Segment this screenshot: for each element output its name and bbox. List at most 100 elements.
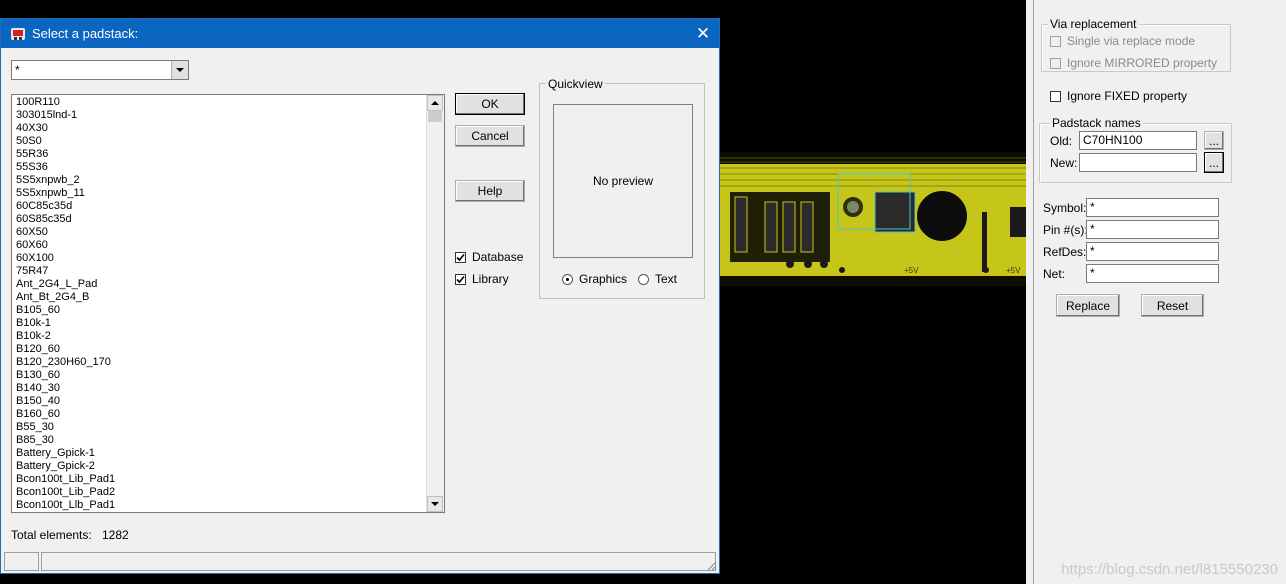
checkbox-label: Ignore MIRRORED property <box>1067 56 1218 70</box>
dialog-titlebar[interactable]: Select a padstack: ✕ <box>1 19 719 48</box>
list-item[interactable]: B160_60 <box>16 408 115 421</box>
pcb-net-label: +5V <box>1006 266 1021 275</box>
list-scrollbar[interactable] <box>426 95 444 512</box>
help-button[interactable]: Help <box>455 180 525 202</box>
watermark: https://blog.csdn.net/l815550230 <box>1061 561 1278 578</box>
net-field[interactable]: * <box>1086 264 1219 283</box>
list-item[interactable]: Ant_2G4_L_Pad <box>16 278 115 291</box>
checkbox-box[interactable] <box>1050 35 1061 47</box>
scroll-down-icon[interactable] <box>427 496 443 512</box>
checkbox-label: Library <box>472 272 509 286</box>
new-browse-button[interactable]: ... <box>1204 152 1224 173</box>
list-item[interactable]: B120_60 <box>16 343 115 356</box>
checkbox-box[interactable] <box>455 251 466 263</box>
text-radio[interactable]: Text <box>638 272 677 286</box>
ignore-fixed-checkbox[interactable]: Ignore FIXED property <box>1050 89 1187 103</box>
total-elements-count: 1282 <box>102 528 129 542</box>
radio-label: Text <box>655 272 678 286</box>
pcb-canvas[interactable]: +5V +5V <box>720 152 1026 286</box>
preview-box: No preview <box>553 104 693 258</box>
status-bar <box>1 550 719 573</box>
list-item[interactable]: B130_60 <box>16 369 115 382</box>
database-checkbox[interactable]: Database <box>455 250 523 264</box>
list-item[interactable]: 60X100 <box>16 252 115 265</box>
list-item[interactable]: B140_30 <box>16 382 115 395</box>
pin-label: Pin #(s): <box>1043 223 1088 237</box>
list-item[interactable]: Battery_Gpick-1 <box>16 447 115 460</box>
single-via-replace-checkbox[interactable]: Single via replace mode <box>1050 34 1195 48</box>
chevron-down-icon[interactable] <box>171 61 188 79</box>
checkbox-box[interactable] <box>455 273 466 285</box>
ok-button[interactable]: OK <box>455 93 525 115</box>
resize-grip-icon[interactable] <box>705 559 717 571</box>
graphics-radio[interactable]: Graphics <box>562 272 627 286</box>
library-checkbox[interactable]: Library <box>455 272 509 286</box>
total-elements-label: Total elements: <box>11 528 92 542</box>
select-padstack-dialog: Select a padstack: ✕ * 100R110 303015lnd-… <box>0 18 720 574</box>
checkbox-box[interactable] <box>1050 90 1061 102</box>
status-cell <box>4 552 39 571</box>
list-item[interactable]: Battery_Gpick-2 <box>16 460 115 473</box>
replace-button[interactable]: Replace <box>1056 294 1120 317</box>
list-item[interactable]: 50S0 <box>16 135 115 148</box>
list-item[interactable]: 60X60 <box>16 239 115 252</box>
filter-value: * <box>15 63 20 77</box>
old-browse-button[interactable]: ... <box>1204 131 1224 150</box>
list-item[interactable]: Bcon100t_Llb_Pad1 <box>16 499 115 512</box>
symbol-field[interactable]: * <box>1086 198 1219 217</box>
list-item[interactable]: B10k-2 <box>16 330 115 343</box>
refdes-field[interactable]: * <box>1086 242 1219 261</box>
ignore-mirrored-checkbox[interactable]: Ignore MIRRORED property <box>1050 56 1217 70</box>
radio-label: Graphics <box>579 272 628 286</box>
list-item[interactable]: B85_30 <box>16 434 115 447</box>
app-icon <box>10 26 26 45</box>
checkbox-box[interactable] <box>1050 57 1061 69</box>
preview-placeholder: No preview <box>592 174 654 188</box>
list-item[interactable]: B120_230H60_170 <box>16 356 115 369</box>
list-item[interactable]: Bcon100t_Lib_Pad1 <box>16 473 115 486</box>
dialog-title: Select a padstack: <box>32 26 139 41</box>
list-item[interactable]: 55R36 <box>16 148 115 161</box>
list-item[interactable]: 40X30 <box>16 122 115 135</box>
quickview-title: Quickview <box>546 77 605 91</box>
list-item[interactable]: 60X50 <box>16 226 115 239</box>
reset-button[interactable]: Reset <box>1141 294 1204 317</box>
list-item[interactable]: B10k-1 <box>16 317 115 330</box>
padstack-list[interactable]: 100R110 303015lnd-1 40X30 50S0 55R36 55S36 5S5… <box>11 94 445 513</box>
pcb-graphics <box>720 152 1026 286</box>
new-label: New: <box>1050 156 1078 170</box>
cancel-button[interactable]: Cancel <box>455 125 525 147</box>
list-item[interactable]: 5S5xnpwb_11 <box>16 187 115 200</box>
checkbox-label: Database <box>472 250 524 264</box>
old-label: Old: <box>1050 134 1073 148</box>
list-item[interactable]: Bcon100t_Lib_Pad2 <box>16 486 115 499</box>
list-item[interactable]: 60C85c35d <box>16 200 115 213</box>
net-label: Net: <box>1043 267 1066 281</box>
list-item[interactable]: 55S36 <box>16 161 115 174</box>
new-padstack-field[interactable] <box>1079 153 1197 172</box>
list-item[interactable]: 75R47 <box>16 265 115 278</box>
scroll-up-icon[interactable] <box>427 95 443 111</box>
list-item[interactable]: B55_30 <box>16 421 115 434</box>
close-icon[interactable]: ✕ <box>687 19 719 48</box>
list-item[interactable]: 100R110 <box>16 96 115 109</box>
list-item[interactable]: 303015lnd-1 <box>16 109 115 122</box>
status-cell <box>41 552 716 571</box>
list-item[interactable]: B150_40 <box>16 395 115 408</box>
list-item[interactable]: 60S85c35d <box>16 213 115 226</box>
radio-circle[interactable] <box>638 273 649 285</box>
pin-field[interactable]: * <box>1086 220 1219 239</box>
list-item[interactable]: B105_60 <box>16 304 115 317</box>
list-item[interactable]: Ant_Bt_2G4_B <box>16 291 115 304</box>
list-item[interactable]: 5S5xnpwb_2 <box>16 174 115 187</box>
old-padstack-field[interactable]: C70HN100 <box>1079 131 1197 150</box>
radio-circle[interactable] <box>562 273 573 285</box>
scroll-thumb[interactable] <box>428 111 442 122</box>
options-panel: Via replacement Single via replace mode … <box>1026 0 1286 584</box>
checkbox-label: Single via replace mode <box>1067 34 1196 48</box>
pcb-net-label: +5V <box>904 266 919 275</box>
filter-combobox[interactable]: * <box>11 60 189 80</box>
via-replacement-title: Via replacement <box>1048 17 1139 31</box>
checkbox-label: Ignore FIXED property <box>1067 89 1188 103</box>
refdes-label: RefDes: <box>1043 245 1087 259</box>
